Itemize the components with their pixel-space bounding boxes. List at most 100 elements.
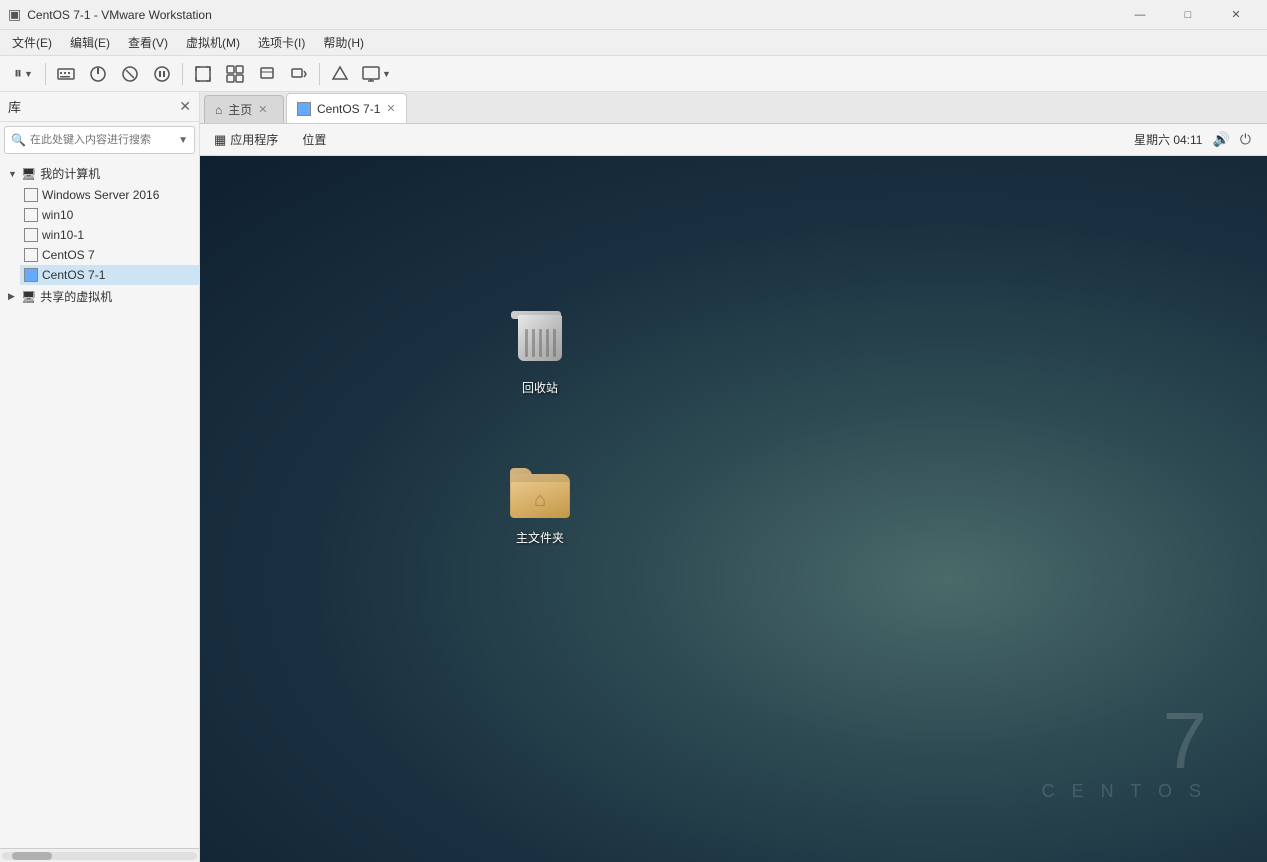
- content-area: ⌂ 主页 ✕ CentOS 7-1 ✕ ▦ 应用程序 位置 星期六 04:11: [200, 92, 1267, 862]
- search-dropdown-arrow[interactable]: ▼: [178, 135, 188, 146]
- tab-centos71[interactable]: CentOS 7-1 ✕: [286, 93, 407, 123]
- tab-home-icon: ⌂: [215, 103, 222, 117]
- centos-watermark: 7 C E N T O S: [1042, 701, 1207, 802]
- suspend-icon: [153, 65, 171, 83]
- toolbar-separator-2: [182, 63, 183, 85]
- bin-line-1: [525, 329, 528, 357]
- tree-children: Windows Server 2016 win10 win10-1 CentOS…: [0, 185, 199, 285]
- menu-file[interactable]: 文件(E): [4, 32, 60, 54]
- recycle-bin-icon[interactable]: 回收站: [500, 311, 580, 396]
- full-screen-button[interactable]: [189, 60, 217, 88]
- tab-vm-icon: [297, 102, 311, 116]
- tab-vm-close[interactable]: ✕: [386, 102, 395, 115]
- window-controls: — □ ✕: [1117, 0, 1259, 30]
- pause-button[interactable]: ⏸ ▼: [8, 60, 39, 88]
- app-icon: ▣: [8, 6, 21, 23]
- home-folder-label: 主文件夹: [516, 529, 564, 546]
- power-icon[interactable]: ⏻: [1240, 131, 1251, 148]
- unity-button[interactable]: [221, 60, 249, 88]
- desktop-background: 回收站 ⌂ 主文件夹: [200, 156, 1267, 862]
- bin-line-5: [553, 329, 556, 357]
- vm-label-w101: win10-1: [42, 228, 84, 242]
- bin-container: [514, 315, 566, 371]
- snap-icon: [331, 65, 349, 83]
- display-dropdown-arrow: ▼: [382, 69, 391, 79]
- tab-home-label: 主页: [228, 101, 252, 118]
- tree-expand-arrow: ▼: [8, 169, 18, 179]
- bin-line-4: [546, 329, 549, 357]
- tab-vm-label: CentOS 7-1: [317, 102, 380, 116]
- vm-label-c7: CentOS 7: [42, 248, 95, 262]
- menu-bar: 文件(E) 编辑(E) 查看(V) 虚拟机(M) 选项卡(I) 帮助(H): [0, 30, 1267, 56]
- tree-item-windows-server[interactable]: Windows Server 2016: [20, 185, 199, 205]
- centos-brand-text: C E N T O S: [1042, 781, 1207, 802]
- window-button[interactable]: [253, 60, 281, 88]
- suspend-button[interactable]: [148, 60, 176, 88]
- power-off-button[interactable]: [116, 60, 144, 88]
- tree-item-win10-1[interactable]: win10-1: [20, 225, 199, 245]
- tree-item-win10[interactable]: win10: [20, 205, 199, 225]
- tree-item-centos7[interactable]: CentOS 7: [20, 245, 199, 265]
- main-toolbar: ⏸ ▼ ▼: [0, 56, 1267, 92]
- scroll-track: [2, 852, 197, 860]
- sidebar-scrollbar[interactable]: [0, 848, 199, 862]
- send-ctrl-alt-del-button[interactable]: [52, 60, 80, 88]
- home-folder-icon[interactable]: ⌂ 主文件夹: [500, 461, 580, 546]
- volume-icon[interactable]: 🔊: [1212, 131, 1229, 148]
- toolbar-separator-1: [45, 63, 46, 85]
- bin-body: [518, 315, 562, 361]
- vm-label-ws: Windows Server 2016: [42, 188, 159, 202]
- bin-line-3: [539, 329, 542, 357]
- search-bar[interactable]: 🔍 ▼: [4, 126, 195, 154]
- recycle-bin-label: 回收站: [522, 379, 558, 396]
- my-computer-label: 我的计算机: [40, 165, 100, 182]
- vm-icon-w10: [24, 208, 38, 222]
- scroll-thumb: [12, 852, 52, 860]
- apps-menu-button[interactable]: ▦ 应用程序: [208, 128, 284, 151]
- tree-my-computer[interactable]: ▼ 🖥 我的计算机: [0, 162, 199, 185]
- fullscreen-icon: [194, 65, 212, 83]
- bin-line-2: [532, 329, 535, 357]
- recycle-bin-graphic: [508, 311, 572, 375]
- pause-dropdown-arrow: ▼: [24, 69, 33, 79]
- window-icon: [258, 65, 276, 83]
- vm-icon-c71: [24, 268, 38, 282]
- keyboard-icon: [57, 65, 75, 83]
- folder-graphic: ⌂: [508, 461, 572, 525]
- tree-shared-vms[interactable]: ▶ 🖥 共享的虚拟机: [0, 285, 199, 308]
- window-title: CentOS 7-1 - VMware Workstation: [27, 8, 1117, 22]
- library-title: 库: [8, 97, 21, 116]
- autoresize-button[interactable]: [285, 60, 313, 88]
- search-input[interactable]: [30, 134, 174, 146]
- power-on-button[interactable]: [84, 60, 112, 88]
- apps-label: 应用程序: [230, 131, 278, 148]
- sidebar-close-button[interactable]: ✕: [179, 98, 191, 115]
- menu-vm[interactable]: 虚拟机(M): [178, 32, 248, 54]
- minimize-button[interactable]: —: [1117, 0, 1163, 30]
- folder-home-symbol: ⌂: [534, 489, 546, 512]
- display-icon: [362, 65, 380, 83]
- folder-front: ⌂: [511, 482, 569, 518]
- tab-bar: ⌂ 主页 ✕ CentOS 7-1 ✕: [200, 92, 1267, 124]
- tab-home-close[interactable]: ✕: [258, 103, 267, 116]
- desktop-clock: 星期六 04:11: [1134, 131, 1202, 148]
- computer-icon: 🖥: [21, 167, 36, 181]
- snap-button[interactable]: [326, 60, 354, 88]
- tab-home[interactable]: ⌂ 主页 ✕: [204, 95, 284, 123]
- menu-edit[interactable]: 编辑(E): [62, 32, 118, 54]
- menu-options[interactable]: 选项卡(I): [250, 32, 313, 54]
- vm-icon-w101: [24, 228, 38, 242]
- places-menu-button[interactable]: 位置: [296, 128, 332, 151]
- toolbar-separator-3: [319, 63, 320, 85]
- resize-icon: [290, 65, 308, 83]
- menu-help[interactable]: 帮助(H): [315, 32, 372, 54]
- close-button[interactable]: ✕: [1213, 0, 1259, 30]
- sidebar-header: 库 ✕: [0, 92, 199, 122]
- tree-item-centos7-1[interactable]: CentOS 7-1: [20, 265, 199, 285]
- display-button[interactable]: ▼: [358, 60, 395, 88]
- places-label: 位置: [302, 131, 326, 148]
- menu-view[interactable]: 查看(V): [120, 32, 176, 54]
- maximize-button[interactable]: □: [1165, 0, 1211, 30]
- unity-icon: [226, 65, 244, 83]
- vm-screen[interactable]: 回收站 ⌂ 主文件夹: [200, 156, 1267, 862]
